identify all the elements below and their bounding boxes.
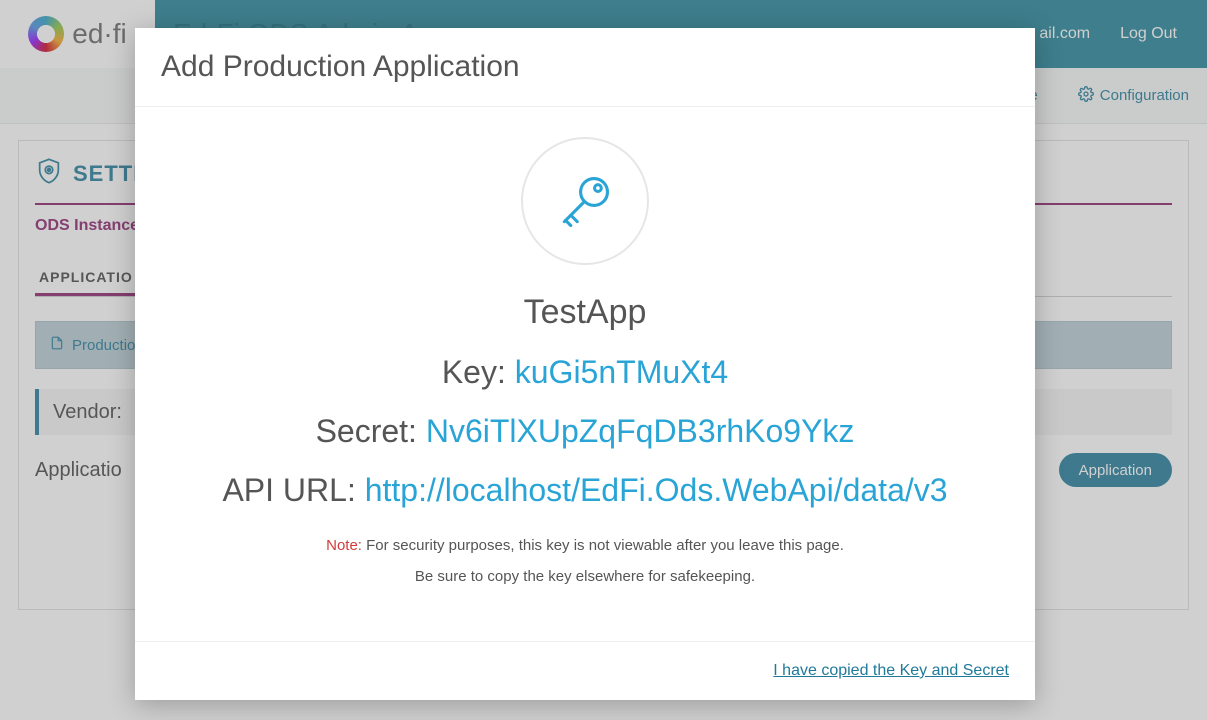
key-icon (554, 170, 616, 232)
api-url-value: http://localhost/EdFi.Ods.WebApi/data/v3 (365, 472, 948, 508)
key-label: Key: (442, 354, 506, 390)
api-url-line: API URL: http://localhost/EdFi.Ods.WebAp… (222, 472, 947, 509)
note-text: For security purposes, this key is not v… (366, 537, 844, 554)
secret-line: Secret: Nv6iTlXUpZqFqDB3rhKo9Ykz (316, 413, 855, 450)
security-note-2: Be sure to copy the key elsewhere for sa… (415, 568, 755, 585)
modal-app-name: TestApp (524, 293, 647, 332)
key-line: Key: kuGi5nTMuXt4 (442, 354, 728, 391)
add-application-modal: Add Production Application TestApp Key: … (135, 28, 1035, 700)
modal-title: Add Production Application (135, 28, 1035, 107)
secret-label: Secret: (316, 413, 417, 449)
security-note: Note: For security purposes, this key is… (326, 537, 844, 554)
api-url-label: API URL: (222, 472, 355, 508)
modal-footer: I have copied the Key and Secret (135, 641, 1035, 700)
key-icon-circle (521, 137, 649, 265)
confirm-copied-link[interactable]: I have copied the Key and Secret (773, 662, 1009, 680)
key-value: kuGi5nTMuXt4 (515, 354, 728, 390)
note-label: Note: (326, 537, 362, 554)
secret-value: Nv6iTlXUpZqFqDB3rhKo9Ykz (426, 413, 855, 449)
